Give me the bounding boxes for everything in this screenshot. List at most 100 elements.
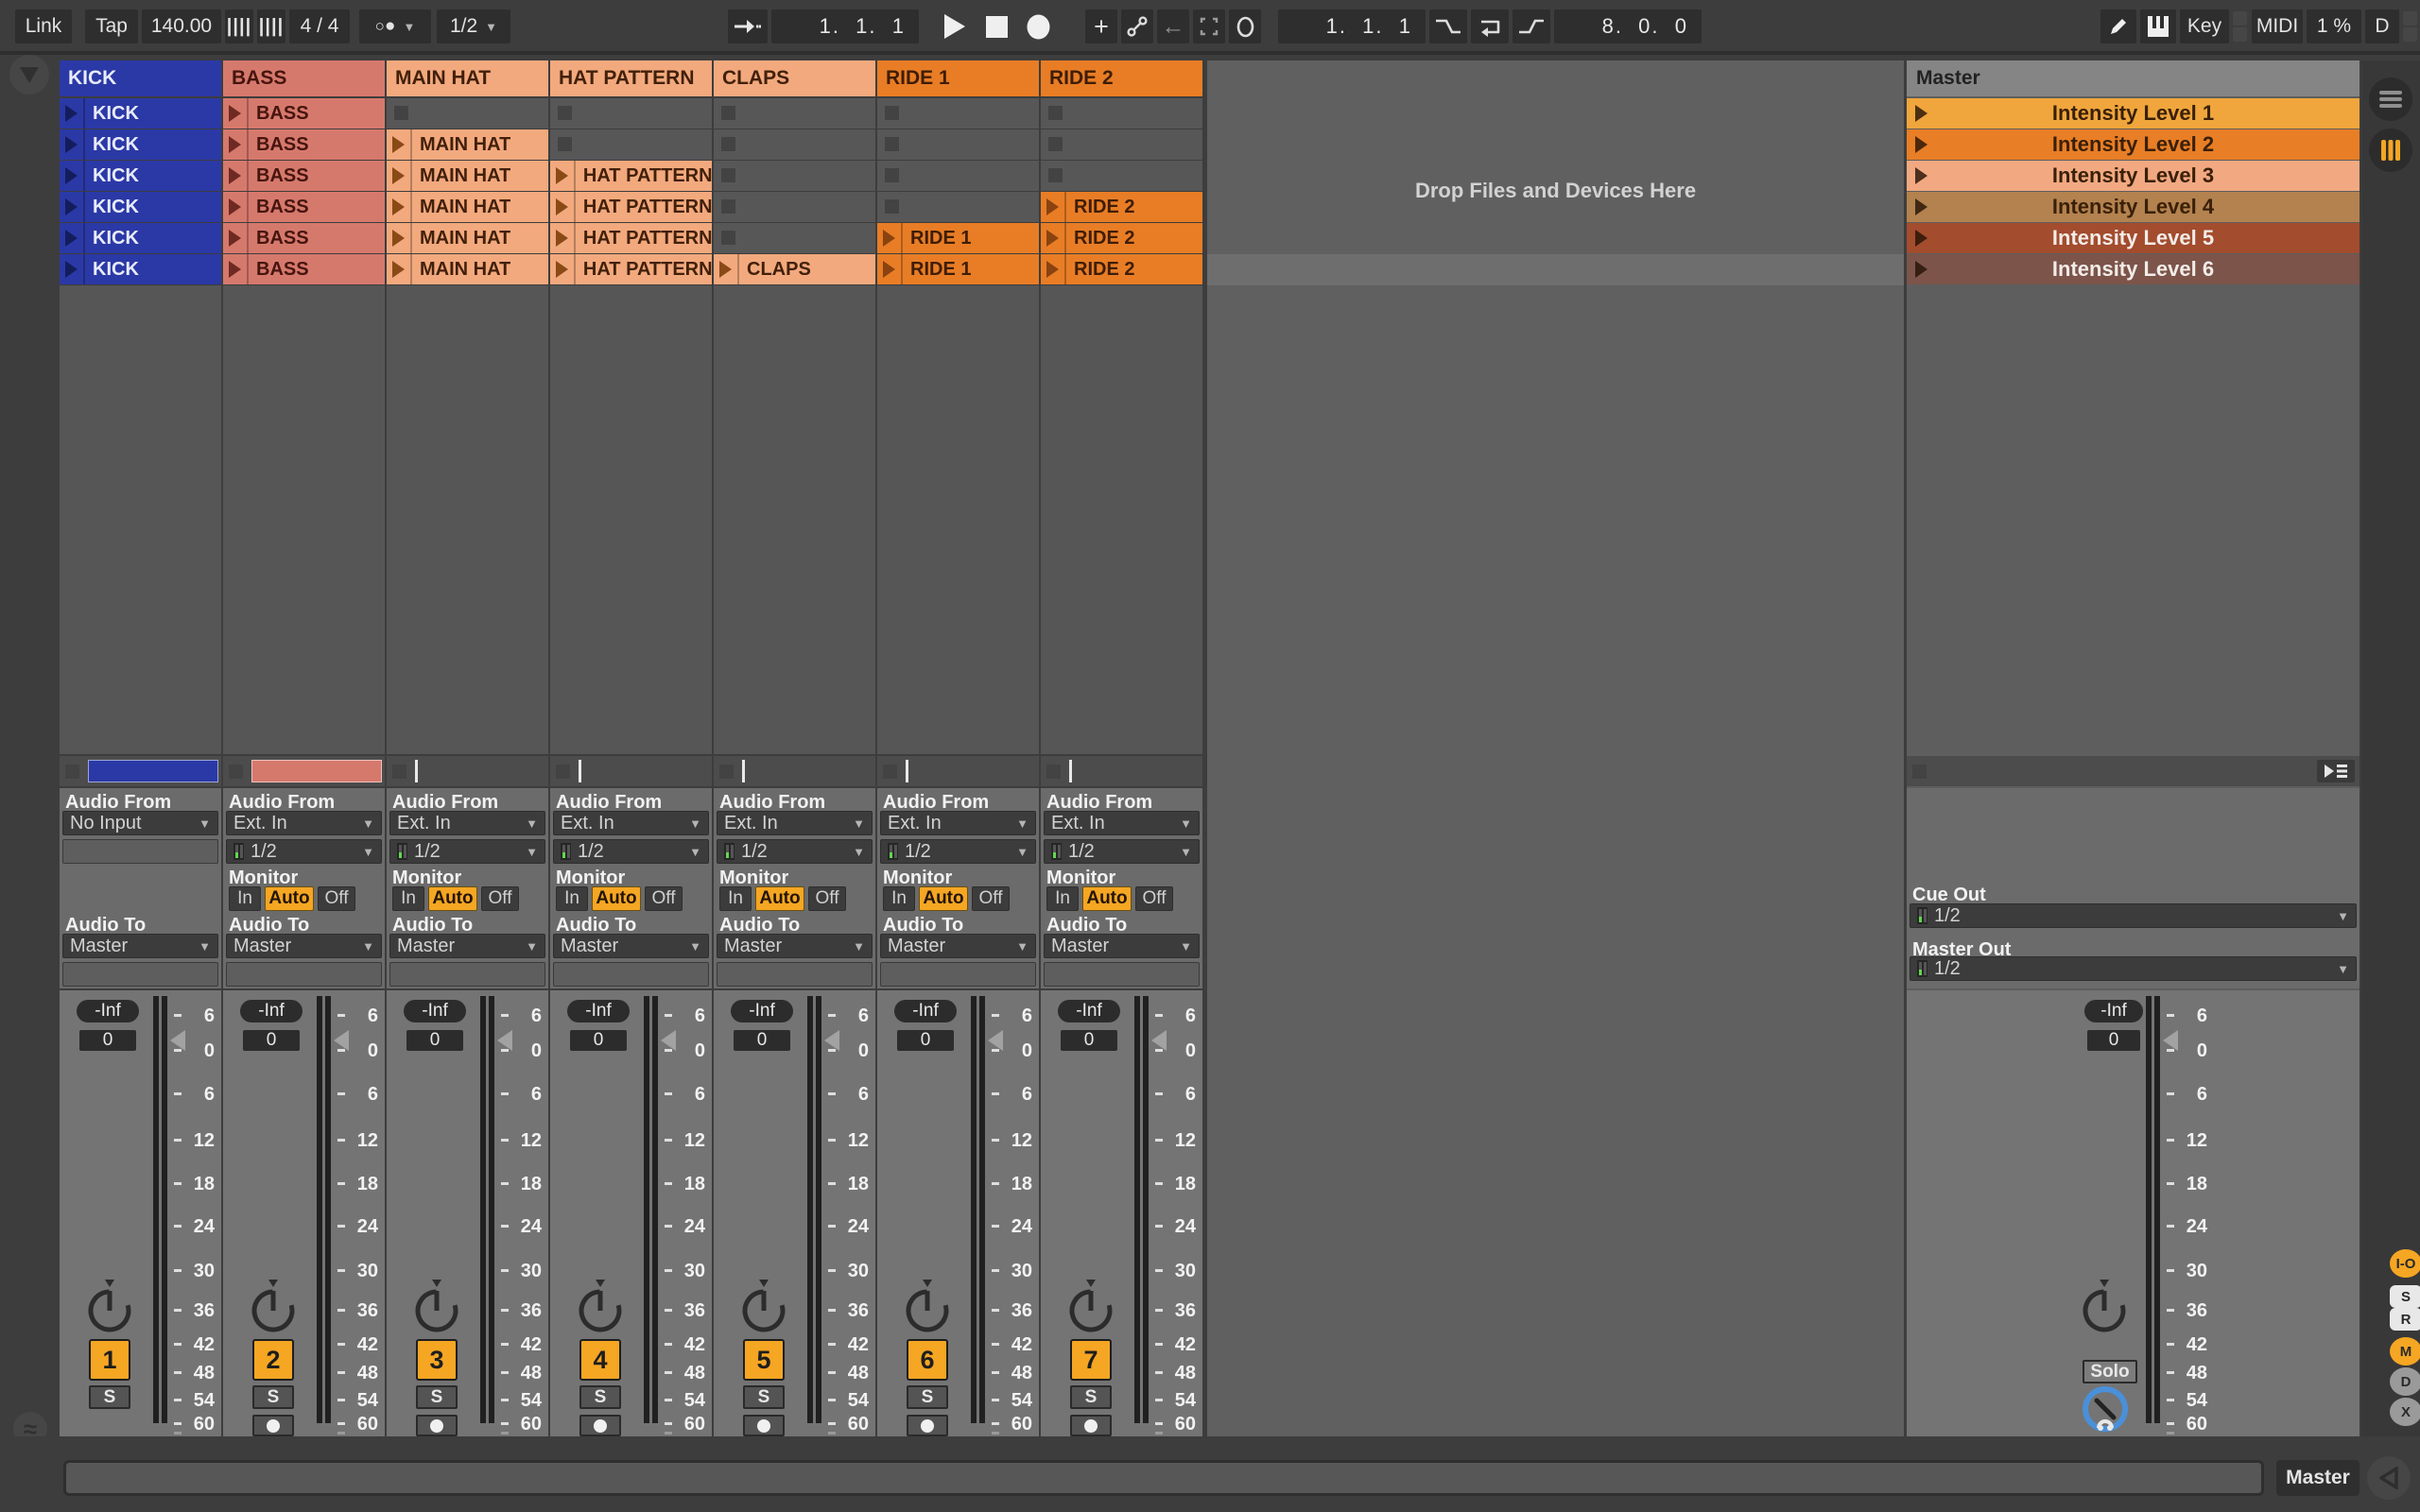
volume-meter[interactable] bbox=[317, 996, 333, 1423]
empty-clip-slot[interactable] bbox=[1041, 129, 1202, 160]
monitor-in-button[interactable]: In bbox=[392, 886, 424, 911]
pan-knob[interactable] bbox=[84, 1280, 135, 1339]
clip-stop-button[interactable] bbox=[885, 137, 899, 151]
monitor-auto-button[interactable]: Auto bbox=[592, 886, 641, 911]
solo-button[interactable]: S bbox=[252, 1385, 294, 1409]
solo-button[interactable]: S bbox=[743, 1385, 785, 1409]
toggle-x-button[interactable]: X bbox=[2390, 1398, 2420, 1426]
clip-play-button[interactable] bbox=[387, 161, 412, 191]
clip-slot[interactable]: RIDE 1 bbox=[877, 223, 1039, 253]
scene-slot[interactable]: Intensity Level 6 bbox=[1907, 254, 2360, 284]
monitor-in-button[interactable]: In bbox=[883, 886, 915, 911]
track-header[interactable]: HAT PATTERN bbox=[550, 60, 712, 96]
monitor-off-button[interactable]: Off bbox=[318, 886, 355, 911]
back-to-arrangement-button[interactable]: ← bbox=[1157, 9, 1189, 43]
clip-play-button[interactable] bbox=[223, 192, 249, 222]
arm-button[interactable] bbox=[252, 1415, 294, 1436]
clip-play-button[interactable] bbox=[387, 223, 412, 253]
mixer-overview-toggle[interactable] bbox=[2369, 129, 2412, 172]
pan-knob[interactable] bbox=[1065, 1280, 1116, 1339]
pan-display[interactable]: 0 bbox=[897, 1030, 954, 1051]
clip-play-button[interactable] bbox=[1041, 254, 1066, 284]
clip-play-button[interactable] bbox=[877, 254, 903, 284]
clip-slot[interactable]: RIDE 2 bbox=[1041, 254, 1202, 284]
master-stop-button[interactable] bbox=[1912, 765, 1927, 779]
volume-display[interactable]: -Inf bbox=[731, 1000, 793, 1022]
clip-slot[interactable]: KICK bbox=[60, 254, 221, 284]
key-map-button[interactable]: Key bbox=[2180, 9, 2229, 43]
monitor-off-button[interactable]: Off bbox=[972, 886, 1010, 911]
volume-display[interactable]: -Inf bbox=[1058, 1000, 1120, 1022]
output-select[interactable]: Master▼ bbox=[389, 934, 545, 958]
output-select[interactable]: Master▼ bbox=[880, 934, 1036, 958]
automation-arm-button[interactable] bbox=[1229, 9, 1261, 43]
clip-play-button[interactable] bbox=[550, 223, 576, 253]
play-button[interactable] bbox=[938, 9, 972, 43]
input-channel-select[interactable]: 1/2▼ bbox=[226, 839, 382, 864]
clip-slot[interactable]: CLAPS bbox=[714, 254, 875, 284]
input-channel-select[interactable]: 1/2▼ bbox=[880, 839, 1036, 864]
clip-play-button[interactable] bbox=[60, 223, 85, 253]
clip-slot[interactable]: RIDE 2 bbox=[1041, 192, 1202, 222]
scene-play-button[interactable] bbox=[1915, 230, 1927, 247]
solo-button[interactable]: S bbox=[1070, 1385, 1112, 1409]
clip-stop-button[interactable] bbox=[721, 168, 735, 182]
empty-clip-slot[interactable] bbox=[877, 192, 1039, 222]
master-pan-knob[interactable] bbox=[2079, 1280, 2130, 1339]
follow-button[interactable] bbox=[728, 9, 768, 43]
clip-play-button[interactable] bbox=[714, 254, 739, 284]
pan-knob[interactable] bbox=[738, 1280, 789, 1339]
volume-display[interactable]: -Inf bbox=[404, 1000, 466, 1022]
clip-play-button[interactable] bbox=[1041, 192, 1066, 222]
clip-play-button[interactable] bbox=[223, 161, 249, 191]
track-activator-button[interactable]: 2 bbox=[252, 1339, 294, 1381]
empty-clip-slot[interactable] bbox=[714, 161, 875, 191]
master-track-header[interactable]: Master bbox=[1907, 60, 2360, 96]
track-header[interactable]: RIDE 2 bbox=[1041, 60, 1202, 96]
solo-button[interactable]: S bbox=[89, 1385, 130, 1409]
clip-slot[interactable]: MAIN HAT bbox=[387, 254, 548, 284]
pan-knob[interactable] bbox=[411, 1280, 462, 1339]
cue-out-select[interactable]: 1/2▼ bbox=[1910, 903, 2357, 928]
empty-clip-slot[interactable] bbox=[387, 98, 548, 129]
arm-button[interactable] bbox=[416, 1415, 458, 1436]
volume-meter[interactable] bbox=[2146, 996, 2162, 1423]
empty-clip-slot[interactable] bbox=[714, 98, 875, 129]
clip-play-button[interactable] bbox=[550, 254, 576, 284]
arm-button[interactable] bbox=[1070, 1415, 1112, 1436]
monitor-in-button[interactable]: In bbox=[1046, 886, 1079, 911]
master-solo-button[interactable]: Solo bbox=[2083, 1360, 2137, 1383]
output-select[interactable]: Master▼ bbox=[226, 934, 382, 958]
pan-knob[interactable] bbox=[248, 1280, 299, 1339]
record-button[interactable] bbox=[1019, 9, 1057, 43]
monitor-off-button[interactable]: Off bbox=[645, 886, 683, 911]
input-select[interactable]: Ext. In▼ bbox=[226, 811, 382, 835]
midi-map-button[interactable]: MIDI bbox=[2252, 9, 2303, 43]
track-activator-button[interactable]: 6 bbox=[907, 1339, 948, 1381]
volume-meter[interactable] bbox=[153, 996, 169, 1423]
quantization-menu[interactable]: 1/2▼ bbox=[437, 9, 510, 43]
pan-display[interactable]: 0 bbox=[570, 1030, 627, 1051]
clip-stop-button[interactable] bbox=[721, 137, 735, 151]
clip-play-button[interactable] bbox=[223, 223, 249, 253]
clip-play-button[interactable] bbox=[223, 254, 249, 284]
track-stop-button[interactable] bbox=[392, 765, 406, 779]
input-channel-select[interactable]: 1/2▼ bbox=[389, 839, 545, 864]
tempo-field[interactable]: 140.00 bbox=[142, 9, 221, 43]
clip-play-button[interactable] bbox=[877, 223, 903, 253]
monitor-off-button[interactable]: Off bbox=[1135, 886, 1173, 911]
volume-display[interactable]: -Inf bbox=[240, 1000, 302, 1022]
track-activator-button[interactable]: 3 bbox=[416, 1339, 458, 1381]
solo-button[interactable]: S bbox=[907, 1385, 948, 1409]
solo-button[interactable]: S bbox=[579, 1385, 621, 1409]
output-select[interactable]: Master▼ bbox=[62, 934, 218, 958]
input-select[interactable]: Ext. In▼ bbox=[1044, 811, 1200, 835]
clip-play-button[interactable] bbox=[550, 192, 576, 222]
toggle-io-button[interactable]: I-O bbox=[2390, 1249, 2420, 1278]
monitor-in-button[interactable]: In bbox=[719, 886, 752, 911]
clip-slot[interactable]: MAIN HAT bbox=[387, 223, 548, 253]
input-channel-select[interactable]: 1/2▼ bbox=[717, 839, 873, 864]
pan-knob[interactable] bbox=[575, 1280, 626, 1339]
clip-slot[interactable]: HAT PATTERN bbox=[550, 161, 712, 191]
draw-selection-button[interactable] bbox=[1193, 9, 1225, 43]
